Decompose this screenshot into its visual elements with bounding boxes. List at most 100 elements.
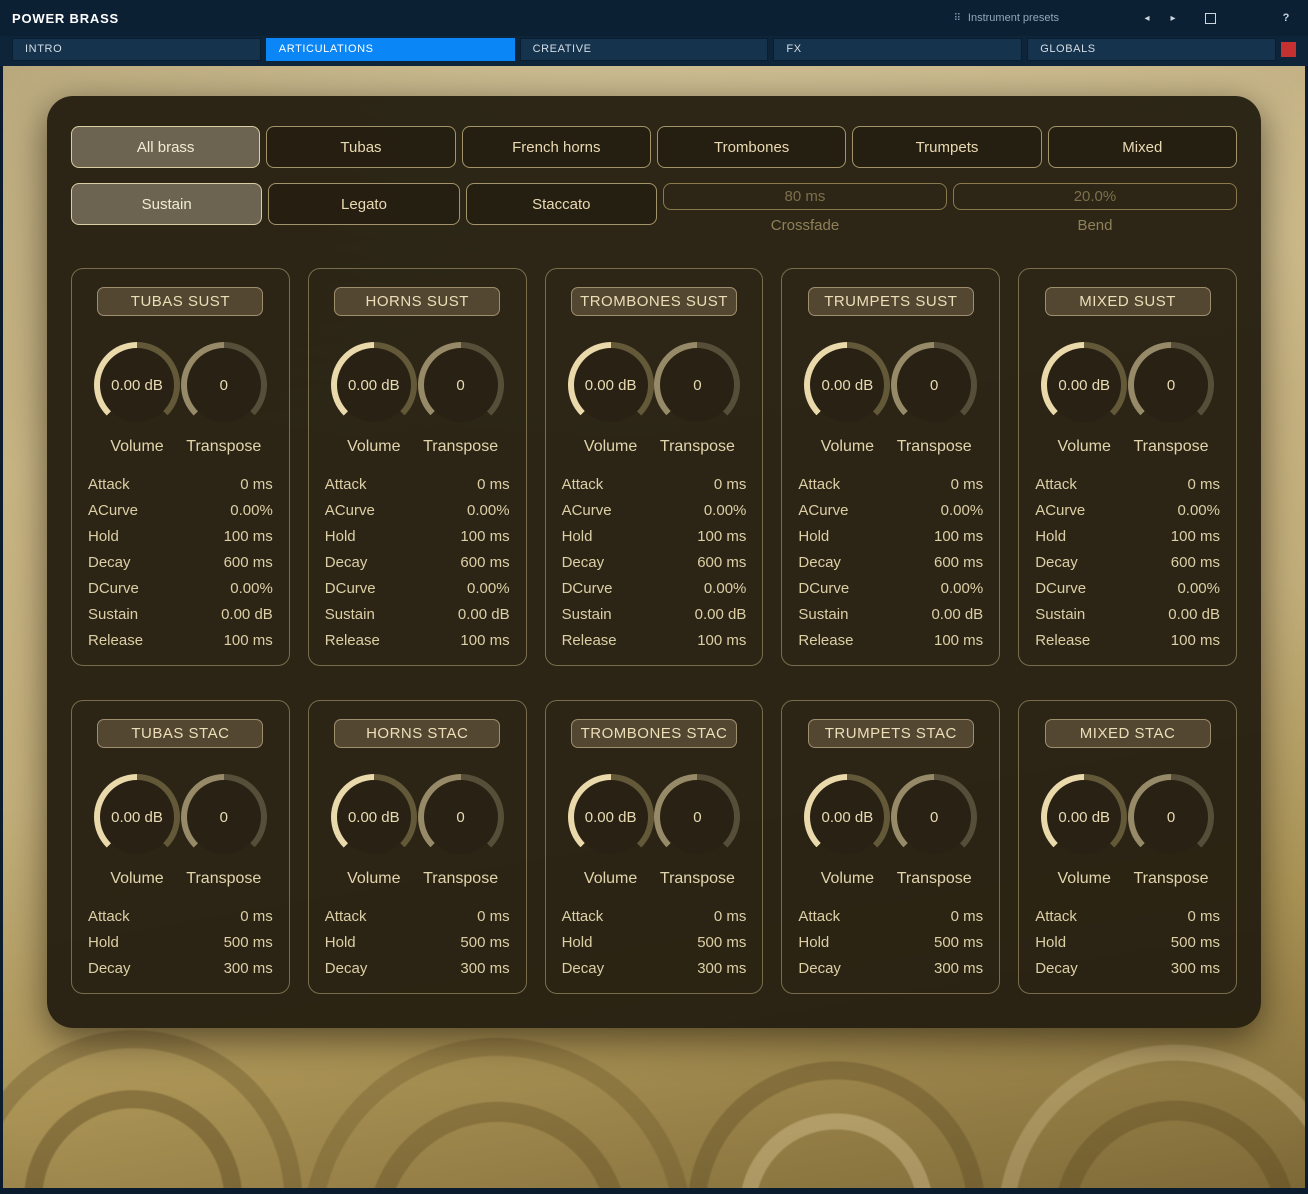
tab-creative[interactable]: CREATIVE	[520, 38, 769, 61]
previous-preset-icon[interactable]: ◂	[1137, 13, 1157, 24]
bend-slider[interactable]: 20.0%	[953, 183, 1237, 210]
param-row[interactable]: Release 100 ms	[323, 627, 512, 653]
param-name: Hold	[88, 934, 119, 951]
brass-button-french-horns[interactable]: French horns	[462, 126, 651, 168]
window-resize-icon[interactable]	[1205, 13, 1216, 24]
transpose-knob[interactable]: 0	[181, 342, 267, 428]
transpose-knob[interactable]: 0	[1128, 774, 1214, 860]
param-row[interactable]: Decay 600 ms	[560, 549, 749, 575]
volume-knob[interactable]: 0.00 dB	[331, 774, 417, 860]
param-row[interactable]: Decay 600 ms	[86, 549, 275, 575]
param-row[interactable]: Attack 0 ms	[560, 903, 749, 929]
volume-knob[interactable]: 0.00 dB	[568, 342, 654, 428]
tab-articulations[interactable]: ARTICULATIONS	[266, 38, 515, 61]
param-row[interactable]: Decay 300 ms	[560, 955, 749, 981]
param-row[interactable]: Hold 500 ms	[796, 929, 985, 955]
volume-knob[interactable]: 0.00 dB	[804, 774, 890, 860]
param-row[interactable]: Hold 100 ms	[796, 523, 985, 549]
param-row[interactable]: Decay 300 ms	[1033, 955, 1222, 981]
param-row[interactable]: Decay 600 ms	[323, 549, 512, 575]
brass-button-mixed[interactable]: Mixed	[1048, 126, 1237, 168]
param-row[interactable]: Attack 0 ms	[796, 903, 985, 929]
param-row[interactable]: DCurve 0.00%	[796, 575, 985, 601]
param-row[interactable]: Sustain 0.00 dB	[323, 601, 512, 627]
param-row[interactable]: Attack 0 ms	[796, 471, 985, 497]
param-row[interactable]: Release 100 ms	[1033, 627, 1222, 653]
brass-button-tubas[interactable]: Tubas	[266, 126, 455, 168]
volume-knob[interactable]: 0.00 dB	[1041, 774, 1127, 860]
param-row[interactable]: Attack 0 ms	[323, 471, 512, 497]
param-row[interactable]: Sustain 0.00 dB	[560, 601, 749, 627]
next-preset-icon[interactable]: ▸	[1163, 13, 1183, 24]
transpose-knob[interactable]: 0	[891, 774, 977, 860]
param-row[interactable]: Decay 300 ms	[323, 955, 512, 981]
articulation-button-legato[interactable]: Legato	[268, 183, 459, 225]
param-row[interactable]: Sustain 0.00 dB	[86, 601, 275, 627]
help-icon[interactable]: ?	[1276, 12, 1296, 24]
param-row[interactable]: Hold 500 ms	[1033, 929, 1222, 955]
brass-button-trombones[interactable]: Trombones	[657, 126, 846, 168]
param-row[interactable]: Attack 0 ms	[86, 903, 275, 929]
volume-knob[interactable]: 0.00 dB	[1041, 342, 1127, 428]
volume-knob[interactable]: 0.00 dB	[331, 342, 417, 428]
instrument-presets-button[interactable]: ⠿ Instrument presets	[954, 12, 1059, 24]
param-row[interactable]: Hold 500 ms	[323, 929, 512, 955]
param-row[interactable]: Hold 100 ms	[86, 523, 275, 549]
volume-knob[interactable]: 0.00 dB	[94, 342, 180, 428]
transpose-knob[interactable]: 0	[181, 774, 267, 860]
param-row[interactable]: Decay 600 ms	[796, 549, 985, 575]
param-row[interactable]: Attack 0 ms	[1033, 903, 1222, 929]
transpose-knob[interactable]: 0	[891, 342, 977, 428]
param-row[interactable]: Sustain 0.00 dB	[1033, 601, 1222, 627]
brass-button-all[interactable]: All brass	[71, 126, 260, 168]
transpose-knob[interactable]: 0	[654, 774, 740, 860]
param-row[interactable]: Attack 0 ms	[323, 903, 512, 929]
tab-intro[interactable]: INTRO	[12, 38, 261, 61]
param-row[interactable]: ACurve 0.00%	[323, 497, 512, 523]
param-row[interactable]: DCurve 0.00%	[323, 575, 512, 601]
param-row[interactable]: Decay 300 ms	[86, 955, 275, 981]
param-row[interactable]: DCurve 0.00%	[1033, 575, 1222, 601]
param-row[interactable]: Release 100 ms	[796, 627, 985, 653]
param-row[interactable]: Release 100 ms	[86, 627, 275, 653]
transpose-knob[interactable]: 0	[1128, 342, 1214, 428]
param-row[interactable]: ACurve 0.00%	[560, 497, 749, 523]
param-row[interactable]: Attack 0 ms	[560, 471, 749, 497]
articulation-button-staccato[interactable]: Staccato	[466, 183, 657, 225]
tab-fx[interactable]: FX	[773, 38, 1022, 61]
record-indicator[interactable]	[1281, 42, 1296, 57]
param-row[interactable]: ACurve 0.00%	[86, 497, 275, 523]
transpose-knob[interactable]: 0	[418, 342, 504, 428]
param-row[interactable]: ACurve 0.00%	[796, 497, 985, 523]
param-row[interactable]: Release 100 ms	[560, 627, 749, 653]
volume-knob[interactable]: 0.00 dB	[568, 774, 654, 860]
crossfade-slider[interactable]: 80 ms	[663, 183, 947, 210]
param-row[interactable]: Hold 100 ms	[323, 523, 512, 549]
param-row[interactable]: Attack 0 ms	[1033, 471, 1222, 497]
param-row[interactable]: Decay 600 ms	[1033, 549, 1222, 575]
knob-row: 0.00 dB 0	[796, 342, 985, 428]
volume-knob[interactable]: 0.00 dB	[804, 342, 890, 428]
transpose-label: Transpose	[1128, 870, 1214, 888]
param-name: Sustain	[562, 606, 612, 623]
transpose-value: 0	[1128, 342, 1214, 428]
transpose-knob[interactable]: 0	[654, 342, 740, 428]
param-row[interactable]: DCurve 0.00%	[86, 575, 275, 601]
param-value: 0.00 dB	[695, 606, 747, 623]
param-row[interactable]: Hold 100 ms	[1033, 523, 1222, 549]
param-row[interactable]: Decay 300 ms	[796, 955, 985, 981]
param-name: ACurve	[88, 502, 138, 519]
volume-knob[interactable]: 0.00 dB	[94, 774, 180, 860]
param-row[interactable]: Hold 100 ms	[560, 523, 749, 549]
param-row[interactable]: Hold 500 ms	[560, 929, 749, 955]
param-row[interactable]: ACurve 0.00%	[1033, 497, 1222, 523]
tab-globals[interactable]: GLOBALS	[1027, 38, 1276, 61]
param-row[interactable]: Sustain 0.00 dB	[796, 601, 985, 627]
articulation-button-sustain[interactable]: Sustain	[71, 183, 262, 225]
param-row[interactable]: DCurve 0.00%	[560, 575, 749, 601]
brass-button-trumpets[interactable]: Trumpets	[852, 126, 1041, 168]
param-value: 0.00%	[467, 580, 510, 597]
param-row[interactable]: Attack 0 ms	[86, 471, 275, 497]
param-row[interactable]: Hold 500 ms	[86, 929, 275, 955]
transpose-knob[interactable]: 0	[418, 774, 504, 860]
